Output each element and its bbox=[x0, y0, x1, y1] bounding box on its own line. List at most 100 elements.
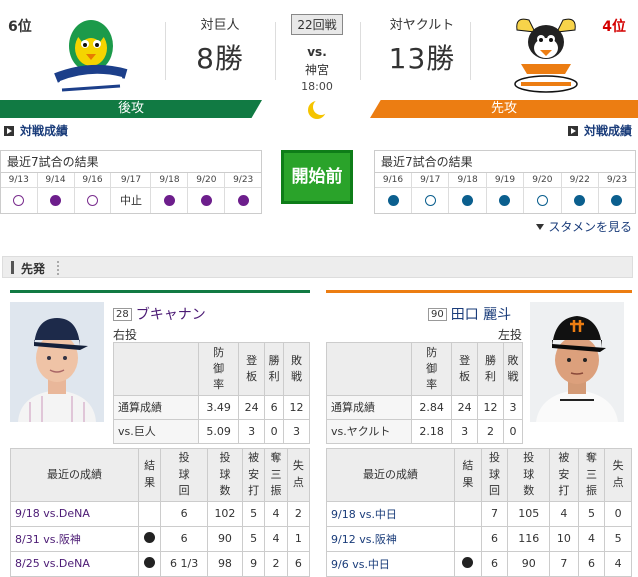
game-date: 9/22 bbox=[560, 173, 599, 187]
game-result[interactable] bbox=[1, 186, 38, 213]
stat-header: 防御率 bbox=[410, 342, 453, 396]
game-pitches: 102 bbox=[206, 500, 243, 527]
game-result bbox=[137, 500, 162, 527]
away-recent-games: 最近の成績結果投球回投球数被安打奪三振失点 9/18 vs.中日 7 105 4 5 0 9… bbox=[326, 448, 632, 577]
stats-row-label: vs.ヤクルト bbox=[326, 418, 412, 444]
game-date: 9/19 bbox=[485, 173, 524, 187]
stats-row-label: 通算成績 bbox=[113, 394, 199, 420]
game-result[interactable] bbox=[187, 186, 225, 213]
stat-value: 2.84 bbox=[410, 394, 453, 420]
stat-header: 防御率 bbox=[197, 342, 240, 396]
home-pitcher-name-text: ブキャナン bbox=[135, 307, 206, 323]
lineup-link-label: スタメンを見る bbox=[548, 220, 632, 234]
stat-header: 勝利 bbox=[264, 342, 285, 396]
result-pending-icon bbox=[424, 194, 436, 206]
game-result[interactable] bbox=[73, 186, 111, 213]
game-ip: 6 1/3 bbox=[160, 550, 208, 577]
away-pitcher-photo[interactable] bbox=[530, 302, 624, 422]
game-runs: 0 bbox=[604, 500, 632, 527]
game-so: 4 bbox=[264, 500, 288, 527]
game-pitches: 98 bbox=[206, 550, 243, 577]
game-result[interactable] bbox=[375, 186, 412, 213]
game-runs: 1 bbox=[286, 525, 311, 552]
game-link[interactable]: 9/6 vs.中日 bbox=[326, 550, 455, 577]
stat-value: 12 bbox=[283, 394, 310, 420]
recent-games-header: 結果 bbox=[137, 448, 162, 502]
game-pitches: 90 bbox=[507, 550, 551, 577]
game-hits: 9 bbox=[241, 550, 266, 577]
recent-games-header: 結果 bbox=[454, 448, 482, 502]
game-link[interactable]: 8/25 vs.DeNA bbox=[10, 550, 139, 577]
game-date: 9/18 bbox=[448, 173, 487, 187]
stats-row: vs.巨人 5.09 3 0 3 bbox=[113, 418, 310, 444]
triangle-down-icon bbox=[536, 223, 545, 230]
game-result[interactable] bbox=[448, 186, 487, 213]
result-text: 中止 bbox=[119, 194, 142, 208]
loss-icon bbox=[462, 556, 474, 568]
table-row: 9/18 vs.DeNA 6 102 5 4 2 bbox=[10, 500, 311, 527]
game-link[interactable]: 9/12 vs.阪神 bbox=[326, 525, 455, 552]
stat-value: 12 bbox=[477, 394, 504, 420]
away-recent-results: 最近7試合の結果 9/16 9/17 9/18 9/19 9/20 9/22 9/23 bbox=[374, 150, 636, 214]
away-pitcher-hand: 左投 bbox=[498, 328, 523, 342]
game-result[interactable] bbox=[150, 186, 188, 213]
game-so: 5 bbox=[577, 500, 606, 527]
stat-header: 登板 bbox=[238, 342, 266, 396]
swallows-logo bbox=[54, 20, 128, 92]
stat-header: 敗戦 bbox=[502, 342, 524, 396]
game-result[interactable] bbox=[560, 186, 599, 213]
table-row: 9/18 vs.中日 7 105 4 5 0 bbox=[326, 500, 632, 527]
stat-header: 登板 bbox=[451, 342, 479, 396]
game-link[interactable]: 9/18 vs.中日 bbox=[326, 500, 455, 527]
lineup-link[interactable]: スタメンを見る bbox=[536, 218, 632, 235]
stats-row-label: 通算成績 bbox=[326, 394, 412, 420]
game-date: 9/20 bbox=[523, 173, 562, 187]
divider bbox=[165, 22, 166, 80]
stats-corner bbox=[326, 342, 412, 396]
game-date: 9/14 bbox=[36, 173, 74, 187]
game-result[interactable] bbox=[523, 186, 562, 213]
home-record: 対巨人 8勝 bbox=[182, 14, 258, 77]
game-link[interactable]: 9/18 vs.DeNA bbox=[10, 500, 139, 527]
home-matchup-link[interactable]: 対戦成績 bbox=[4, 122, 68, 139]
away-pitcher-name[interactable]: 90 田口 麗斗 bbox=[428, 304, 511, 324]
result-win-icon bbox=[200, 194, 212, 206]
home-color-rule bbox=[10, 290, 310, 293]
game-ip: 6 bbox=[160, 525, 208, 552]
away-pitcher-number: 90 bbox=[428, 307, 447, 321]
game-info: 22回戦 vs. 神宮 18:00 bbox=[283, 14, 351, 124]
game-result[interactable] bbox=[36, 186, 74, 213]
game-result[interactable]: 中止 bbox=[110, 186, 151, 213]
game-link[interactable]: 8/31 vs.阪神 bbox=[10, 525, 139, 552]
game-so: 2 bbox=[264, 550, 288, 577]
game-ip: 6 bbox=[480, 550, 509, 577]
game-date: 9/18 bbox=[150, 173, 188, 187]
stat-value: 3 bbox=[283, 418, 310, 444]
result-win-icon bbox=[50, 194, 62, 206]
table-row: 9/6 vs.中日 6 90 7 6 4 bbox=[326, 550, 632, 577]
vs-label: vs. bbox=[307, 45, 327, 59]
home-pitcher-stats: 防御率登板勝利敗戦 通算成績 3.49 24 6 12 vs.巨人 5.09 3 0 3 bbox=[113, 342, 310, 444]
game-result[interactable] bbox=[224, 186, 261, 213]
recent-games-header: 奪三振 bbox=[264, 448, 288, 502]
table-row: 9/12 vs.阪神 6 116 10 4 5 bbox=[326, 525, 632, 552]
game-date: 9/13 bbox=[8, 174, 29, 185]
home-pitcher-number: 28 bbox=[113, 307, 132, 321]
game-runs: 6 bbox=[286, 550, 311, 577]
game-pitches: 116 bbox=[507, 525, 551, 552]
stat-value: 24 bbox=[238, 394, 266, 420]
divider bbox=[360, 22, 361, 80]
game-result bbox=[454, 525, 482, 552]
away-matchup-link[interactable]: 対戦成績 bbox=[567, 122, 632, 139]
away-side-bar: 先攻 bbox=[370, 100, 638, 118]
recent-games-header: 投球数 bbox=[206, 448, 243, 502]
recent-games-header: 失点 bbox=[286, 448, 311, 502]
stat-value: 2.18 bbox=[410, 418, 453, 444]
home-pitcher-name[interactable]: 28 ブキャナン bbox=[113, 304, 206, 324]
game-result[interactable] bbox=[597, 186, 635, 213]
home-pitcher-photo[interactable] bbox=[10, 302, 104, 422]
result-win-icon bbox=[574, 194, 586, 206]
game-result[interactable] bbox=[485, 186, 524, 213]
game-status-button[interactable]: 開始前 bbox=[281, 150, 353, 204]
game-result[interactable] bbox=[410, 186, 449, 213]
